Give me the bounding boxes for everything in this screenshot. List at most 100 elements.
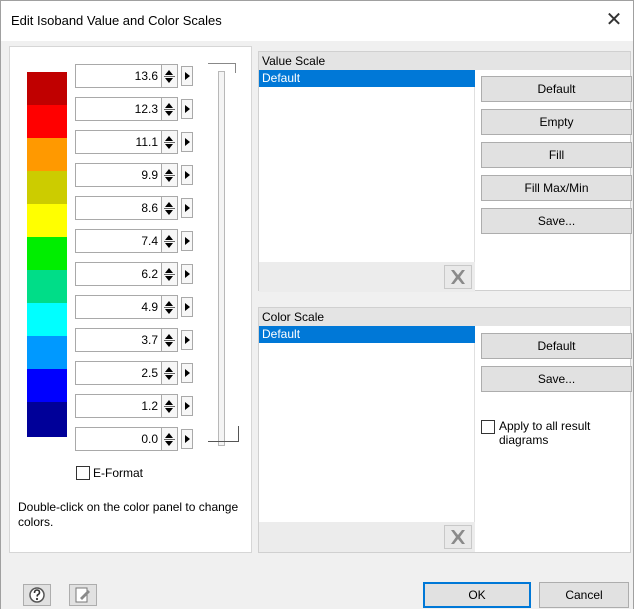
spin-down-icon[interactable] [165, 78, 173, 83]
color-default-button[interactable]: Default [481, 333, 632, 359]
arrow-right-button[interactable] [181, 264, 193, 284]
arrow-right-button[interactable] [181, 165, 193, 185]
spinner[interactable] [162, 229, 178, 253]
color-swatch[interactable] [27, 369, 67, 402]
spin-down-icon[interactable] [165, 276, 173, 281]
arrow-right-button[interactable] [181, 198, 193, 218]
spinner[interactable] [162, 97, 178, 121]
value-save-button[interactable]: Save... [481, 208, 632, 234]
spin-down-icon[interactable] [165, 177, 173, 182]
delete-scale-button[interactable] [444, 265, 472, 289]
cancel-button[interactable]: Cancel [539, 582, 629, 608]
spin-up-icon[interactable] [165, 136, 173, 141]
color-swatch[interactable] [27, 237, 67, 270]
isoband-value-input[interactable]: 6.2 [75, 262, 162, 286]
arrow-right-button[interactable] [181, 396, 193, 416]
spinner[interactable] [162, 196, 178, 220]
apply-all-checkbox[interactable] [481, 420, 495, 434]
spinner[interactable] [162, 64, 178, 88]
spin-down-icon[interactable] [165, 210, 173, 215]
value-scale-item-default[interactable]: Default [259, 70, 475, 87]
spin-down-icon[interactable] [165, 441, 173, 446]
arrow-right-button[interactable] [181, 429, 193, 449]
arrow-right-button[interactable] [181, 66, 193, 86]
color-swatch[interactable] [27, 336, 67, 369]
value-default-button[interactable]: Default [481, 76, 632, 102]
color-swatch[interactable] [27, 171, 67, 204]
spin-up-icon[interactable] [165, 400, 173, 405]
spin-up-icon[interactable] [165, 70, 173, 75]
help-button[interactable] [23, 584, 51, 606]
spin-up-icon[interactable] [165, 334, 173, 339]
isoband-value-input[interactable]: 7.4 [75, 229, 162, 253]
spinner[interactable] [162, 262, 178, 286]
delete-icon [451, 270, 465, 284]
isoband-value-input[interactable]: 9.9 [75, 163, 162, 187]
color-scale-header: Color Scale [259, 308, 630, 326]
value-empty-button[interactable]: Empty [481, 109, 632, 135]
color-scale-list[interactable]: Default [259, 326, 475, 522]
spinner[interactable] [162, 394, 178, 418]
range-slider[interactable] [206, 63, 242, 483]
color-save-button[interactable]: Save... [481, 366, 632, 392]
value-scale-list[interactable]: Default [259, 70, 475, 262]
spinner[interactable] [162, 427, 178, 451]
isoband-value-input[interactable]: 12.3 [75, 97, 162, 121]
isoband-value-input[interactable]: 3.7 [75, 328, 162, 352]
arrow-right-icon [185, 303, 190, 311]
spin-down-icon[interactable] [165, 243, 173, 248]
spinner[interactable] [162, 130, 178, 154]
ok-button[interactable]: OK [423, 582, 531, 608]
arrow-right-icon [185, 204, 190, 212]
spinner[interactable] [162, 361, 178, 385]
spinner[interactable] [162, 328, 178, 352]
apply-all-label: Apply to all result diagrams [499, 419, 591, 447]
edit-button[interactable] [69, 584, 97, 606]
delete-scale-button[interactable] [444, 525, 472, 549]
arrow-right-icon [185, 435, 190, 443]
spin-up-icon[interactable] [165, 169, 173, 174]
spin-up-icon[interactable] [165, 103, 173, 108]
spin-up-icon[interactable] [165, 202, 173, 207]
spin-down-icon[interactable] [165, 342, 173, 347]
e-format-checkbox[interactable] [76, 466, 90, 480]
isoband-value-input[interactable]: 4.9 [75, 295, 162, 319]
spin-down-icon[interactable] [165, 408, 173, 413]
color-swatch[interactable] [27, 402, 67, 437]
arrow-right-icon [185, 138, 190, 146]
color-swatch[interactable] [27, 270, 67, 303]
arrow-right-button[interactable] [181, 132, 193, 152]
spin-up-icon[interactable] [165, 367, 173, 372]
arrow-right-button[interactable] [181, 330, 193, 350]
arrow-right-button[interactable] [181, 99, 193, 119]
isoband-value-input[interactable]: 0.0 [75, 427, 162, 451]
close-icon[interactable]: ✕ [601, 7, 627, 33]
arrow-right-button[interactable] [181, 297, 193, 317]
spin-down-icon[interactable] [165, 111, 173, 116]
spin-up-icon[interactable] [165, 235, 173, 240]
arrow-right-button[interactable] [181, 231, 193, 251]
slider-track[interactable] [218, 71, 225, 446]
isoband-value-input[interactable]: 2.5 [75, 361, 162, 385]
isoband-value-input[interactable]: 1.2 [75, 394, 162, 418]
isoband-value-input[interactable]: 13.6 [75, 64, 162, 88]
isoband-value-input[interactable]: 8.6 [75, 196, 162, 220]
arrow-right-button[interactable] [181, 363, 193, 383]
isoband-value-input[interactable]: 11.1 [75, 130, 162, 154]
spin-up-icon[interactable] [165, 433, 173, 438]
spin-down-icon[interactable] [165, 375, 173, 380]
value-fill-button[interactable]: Fill [481, 142, 632, 168]
spin-down-icon[interactable] [165, 144, 173, 149]
color-scale-item-default[interactable]: Default [259, 326, 475, 343]
color-swatch[interactable] [27, 204, 67, 237]
color-swatch[interactable] [27, 138, 67, 171]
spinner[interactable] [162, 295, 178, 319]
color-swatch[interactable] [27, 303, 67, 336]
spin-up-icon[interactable] [165, 268, 173, 273]
value-fill-max-min-button[interactable]: Fill Max/Min [481, 175, 632, 201]
spinner[interactable] [162, 163, 178, 187]
spin-up-icon[interactable] [165, 301, 173, 306]
color-swatch[interactable] [27, 72, 67, 105]
color-swatch[interactable] [27, 105, 67, 138]
spin-down-icon[interactable] [165, 309, 173, 314]
